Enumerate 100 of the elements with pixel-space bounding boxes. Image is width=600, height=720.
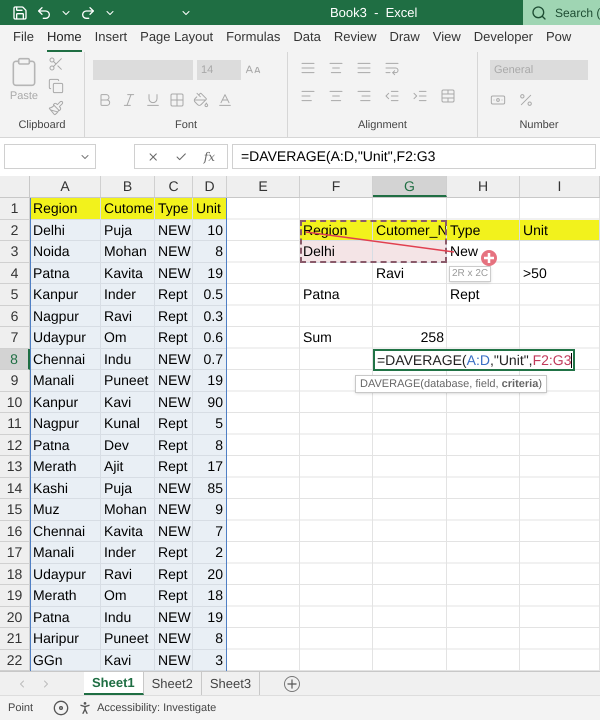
borders-icon[interactable] bbox=[169, 92, 185, 108]
column-header[interactable]: A bbox=[30, 176, 101, 197]
macro-record-icon[interactable] bbox=[53, 700, 70, 716]
save-icon[interactable] bbox=[12, 4, 28, 20]
column-header[interactable]: H bbox=[447, 176, 520, 197]
indent-decrease-icon[interactable] bbox=[384, 88, 400, 104]
italic-icon[interactable] bbox=[121, 92, 137, 108]
column-header[interactable]: B bbox=[101, 176, 155, 197]
font-color-icon[interactable] bbox=[217, 92, 233, 108]
row-header[interactable]: 21 bbox=[0, 628, 30, 650]
table-cell: Kavita bbox=[101, 262, 155, 284]
table-cell: Cutomer_N bbox=[373, 220, 447, 241]
table-cell: Kanpur bbox=[30, 284, 101, 306]
row-header[interactable]: 1 bbox=[0, 198, 30, 220]
table-cell: Chennai bbox=[30, 348, 101, 370]
row-header[interactable]: 11 bbox=[0, 413, 30, 434]
insert-function-button[interactable]: fx bbox=[204, 148, 215, 166]
paintbrush-icon[interactable] bbox=[48, 100, 64, 116]
table-cell: Dev bbox=[101, 434, 155, 456]
menu-tab[interactable]: Draw bbox=[389, 26, 420, 52]
align-middle-icon[interactable] bbox=[328, 60, 344, 76]
align-right-icon[interactable] bbox=[356, 88, 372, 104]
table-cell: Rept bbox=[155, 284, 193, 306]
table-cell: 3 bbox=[193, 650, 227, 671]
table-cell: 5 bbox=[193, 413, 227, 434]
formula-field[interactable]: =DAVERAGE(A:D,"Unit",F2:G3 bbox=[232, 144, 596, 169]
scissors-icon[interactable] bbox=[48, 56, 64, 72]
row-header[interactable]: 5 bbox=[0, 284, 30, 306]
table-cell: Haripur bbox=[30, 628, 101, 650]
redo-icon[interactable] bbox=[80, 4, 96, 20]
menu-tab[interactable]: Developer bbox=[474, 26, 534, 52]
menu-tab[interactable]: Formulas bbox=[226, 26, 280, 52]
row-header[interactable]: 4 bbox=[0, 262, 30, 284]
selection-size-tooltip: 2R x 2C bbox=[449, 266, 492, 282]
column-header[interactable]: E bbox=[227, 176, 300, 197]
row-header[interactable]: 15 bbox=[0, 499, 30, 520]
indent-increase-icon[interactable] bbox=[412, 88, 428, 104]
search-icon bbox=[531, 4, 547, 20]
row-header[interactable]: 10 bbox=[0, 392, 30, 413]
menu-tab[interactable]: Insert bbox=[94, 26, 128, 52]
table-cell: 7 bbox=[193, 520, 227, 542]
row-header[interactable]: 18 bbox=[0, 564, 30, 585]
table-cell: Puneet bbox=[101, 628, 155, 650]
add-sheet-icon[interactable] bbox=[284, 676, 300, 692]
copy-icon[interactable] bbox=[48, 78, 64, 94]
menu-tab[interactable]: Page Layout bbox=[140, 26, 214, 52]
wrap-text-icon[interactable] bbox=[384, 60, 400, 76]
underline-icon[interactable] bbox=[145, 92, 161, 108]
table-cell: Patna bbox=[303, 286, 340, 302]
menu-tab[interactable]: Review bbox=[334, 26, 376, 52]
menu-tab[interactable]: View bbox=[432, 26, 461, 52]
menu-tab[interactable]: Pow bbox=[546, 26, 572, 52]
row-header[interactable]: 17 bbox=[0, 542, 30, 564]
row-header[interactable]: 8 bbox=[0, 348, 30, 370]
column-header[interactable]: C bbox=[155, 176, 193, 197]
menu-tab[interactable]: File bbox=[13, 26, 34, 52]
table-cell: 0.7 bbox=[193, 348, 227, 370]
name-box[interactable] bbox=[4, 144, 96, 169]
table-cell: 19 bbox=[193, 606, 227, 628]
align-left-icon[interactable] bbox=[300, 88, 316, 104]
table-cell: Kavi bbox=[101, 392, 155, 413]
table-cell: Rept bbox=[155, 327, 193, 348]
table-cell: NEW bbox=[155, 370, 193, 392]
fill-color-icon[interactable] bbox=[193, 92, 209, 108]
table-cell: NEW bbox=[155, 499, 193, 520]
row-header[interactable]: 12 bbox=[0, 434, 30, 456]
mode-indicator: Point bbox=[8, 700, 34, 716]
undo-icon[interactable] bbox=[36, 4, 52, 20]
row-header[interactable]: 22 bbox=[0, 650, 30, 671]
table-cell: Rept bbox=[155, 456, 193, 478]
row-header[interactable]: 6 bbox=[0, 306, 30, 327]
column-header[interactable]: D bbox=[193, 176, 227, 197]
row-header[interactable]: 13 bbox=[0, 456, 30, 478]
search-placeholder: Search ( bbox=[555, 4, 600, 22]
cell-editor[interactable]: =DAVERAGE(A:D,"Unit",F2:G3 bbox=[373, 348, 575, 370]
percent-icon[interactable] bbox=[518, 92, 534, 108]
row-header[interactable]: 20 bbox=[0, 606, 30, 628]
column-header[interactable]: G bbox=[373, 176, 447, 197]
table-cell: Puja bbox=[101, 220, 155, 241]
table-cell: NEW bbox=[155, 392, 193, 413]
row-header[interactable]: 19 bbox=[0, 585, 30, 606]
menu-tab[interactable]: Data bbox=[293, 26, 321, 52]
row-header[interactable]: 14 bbox=[0, 478, 30, 499]
column-header[interactable]: I bbox=[520, 176, 600, 197]
table-cell: 90 bbox=[193, 392, 227, 413]
table-cell: Kavi bbox=[101, 650, 155, 671]
row-header[interactable]: 9 bbox=[0, 370, 30, 392]
table-cell: Ravi bbox=[101, 564, 155, 585]
table-cell: 10 bbox=[193, 220, 227, 241]
align-center-icon[interactable] bbox=[328, 88, 344, 104]
search-field[interactable]: Search ( bbox=[523, 0, 600, 25]
sheet-tab[interactable]: Sheet1 bbox=[84, 672, 144, 695]
table-cell: Patna bbox=[30, 606, 101, 628]
row-header[interactable]: 16 bbox=[0, 520, 30, 542]
merge-icon[interactable] bbox=[440, 88, 456, 104]
row-header[interactable]: 3 bbox=[0, 241, 30, 262]
table-cell: 258 bbox=[420, 329, 444, 345]
row-header[interactable]: 2 bbox=[0, 220, 30, 241]
row-header[interactable]: 7 bbox=[0, 327, 30, 348]
table-cell: Kavita bbox=[101, 520, 155, 542]
